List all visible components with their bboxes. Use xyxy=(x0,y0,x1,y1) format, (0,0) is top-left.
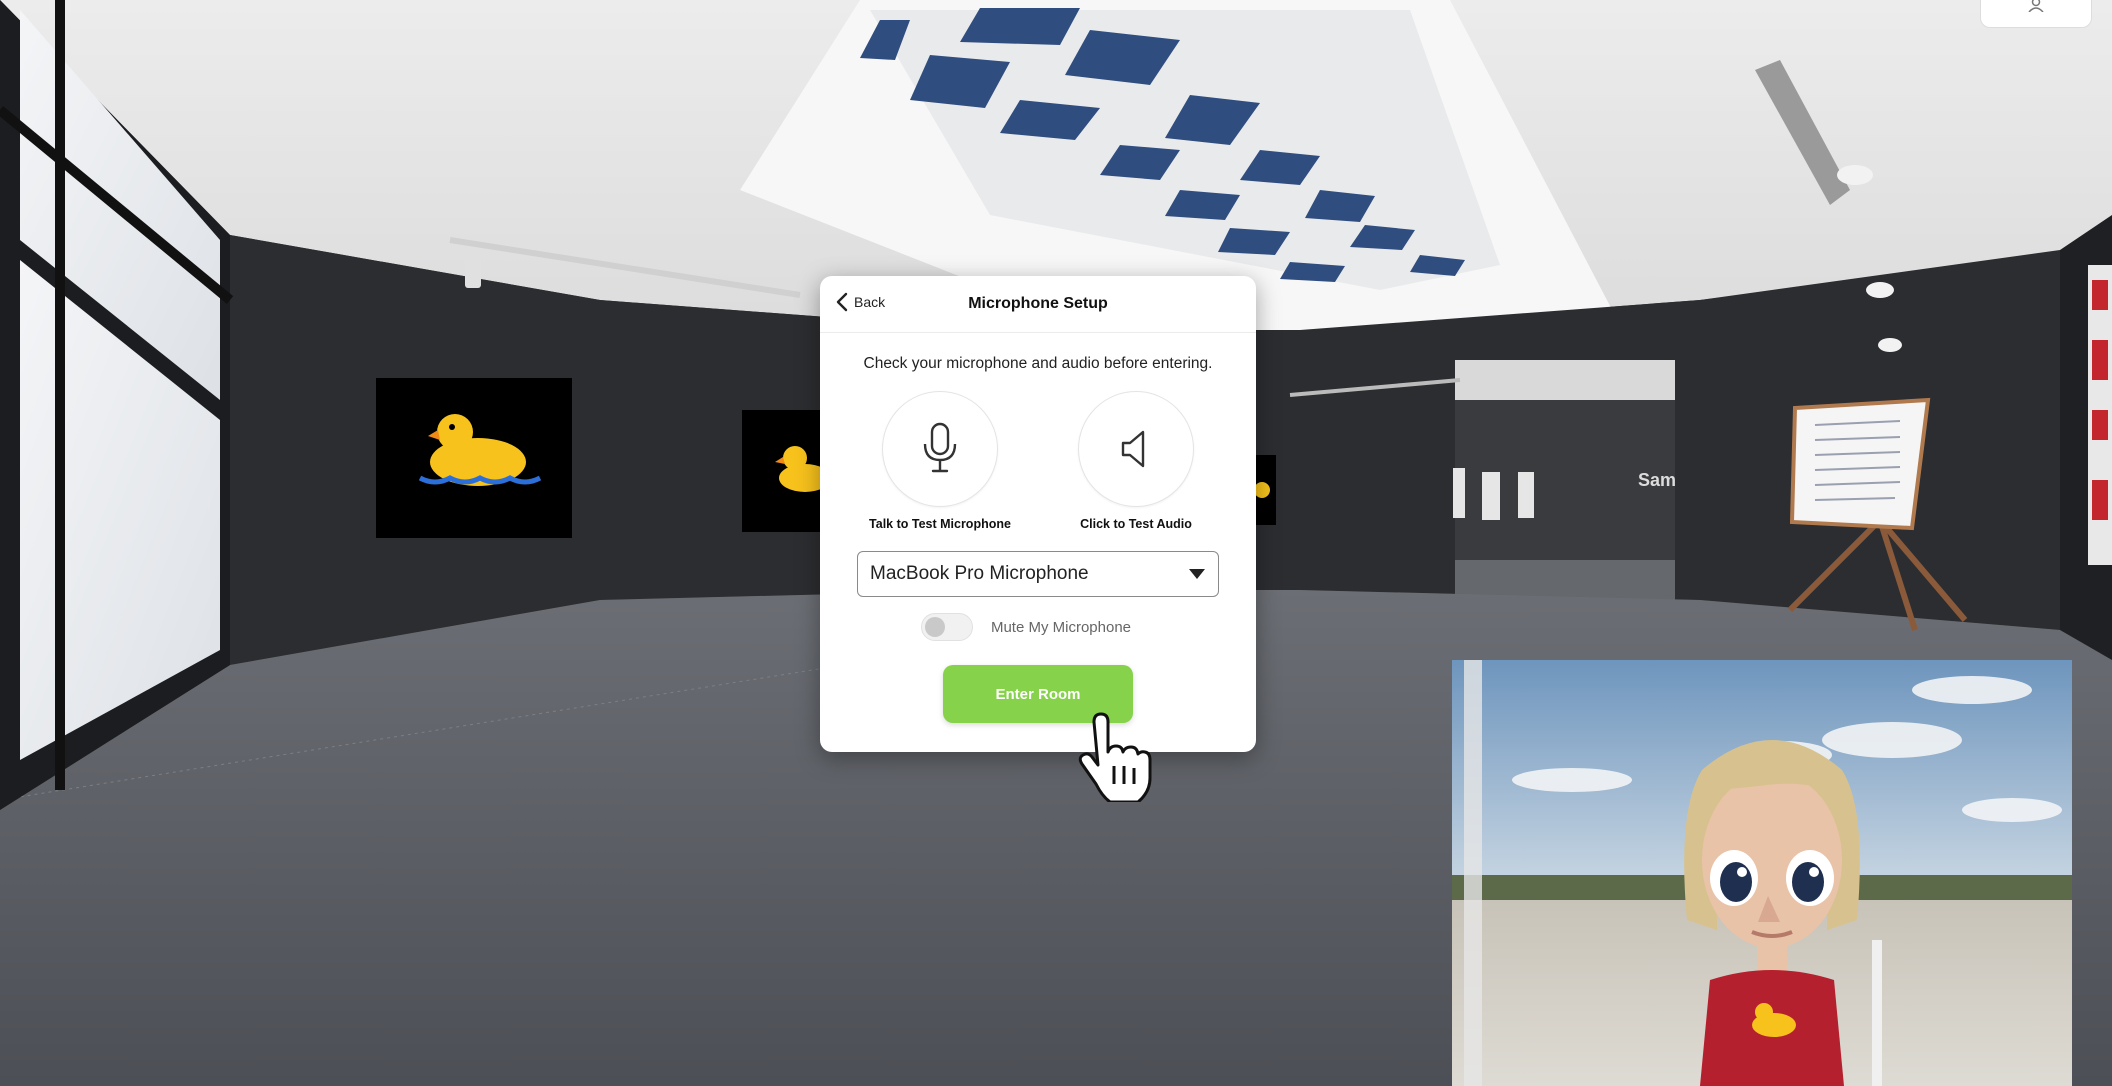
audio-test: Click to Test Audio xyxy=(1061,391,1211,531)
duck-artwork-2 xyxy=(742,410,831,532)
dropdown-arrow-icon xyxy=(1189,569,1205,579)
people-icon xyxy=(2028,0,2044,12)
microphone-select-value: MacBook Pro Microphone xyxy=(870,563,1089,584)
back-label: Back xyxy=(854,294,886,310)
duck-artwork-1 xyxy=(376,378,572,538)
mic-test-label: Talk to Test Microphone xyxy=(869,517,1011,531)
mic-test: Talk to Test Microphone xyxy=(865,391,1015,531)
audio-test-label: Click to Test Audio xyxy=(1080,517,1192,531)
back-button[interactable]: Back xyxy=(836,292,885,312)
dialog-description: Check your microphone and audio before e… xyxy=(863,355,1213,372)
mute-toggle[interactable] xyxy=(920,613,973,641)
test-controls: Talk to Test Microphone Click to Test Au… xyxy=(820,391,1256,531)
speaker-icon xyxy=(1121,430,1145,468)
microphone-icon xyxy=(923,422,957,473)
avatar-camera-preview xyxy=(1452,660,2072,1086)
dialog-title: Microphone Setup xyxy=(968,295,1108,312)
back-chevron-icon xyxy=(836,292,848,312)
avatar-character xyxy=(1684,740,1860,1086)
people-button[interactable] xyxy=(1980,0,2092,28)
microphone-setup-dialog: Back Microphone Setup Check your microph… xyxy=(820,276,1256,752)
mute-label: Mute My Microphone xyxy=(990,618,1132,636)
hand-cursor-icon xyxy=(1078,712,1152,802)
svg-text:Sam: Sam xyxy=(1638,470,1676,490)
dialog-header: Back Microphone Setup xyxy=(820,276,1256,333)
test-microphone-button[interactable] xyxy=(882,391,998,507)
microphone-select[interactable]: MacBook Pro Microphone xyxy=(857,551,1219,597)
test-audio-button[interactable] xyxy=(1078,391,1194,507)
mute-row: Mute My Microphone xyxy=(796,613,1256,641)
mute-toggle-knob xyxy=(924,617,945,637)
